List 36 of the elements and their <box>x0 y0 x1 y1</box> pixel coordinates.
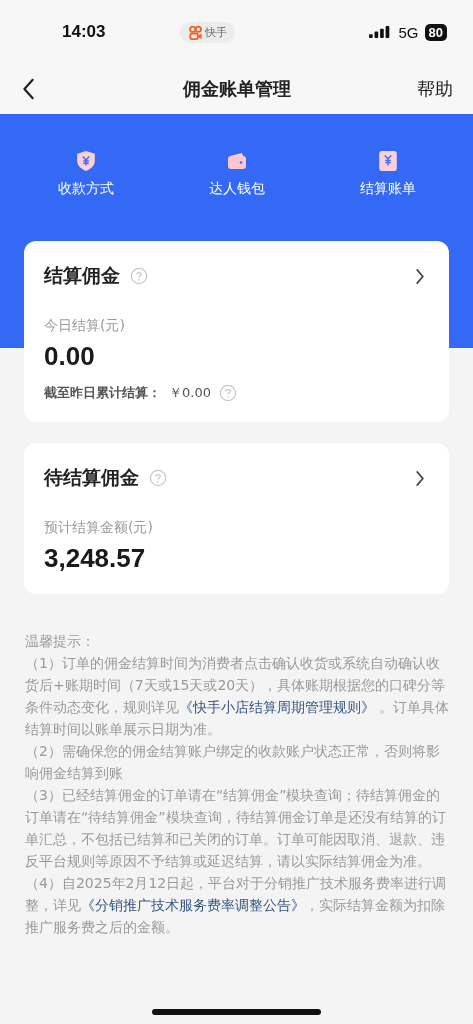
chevron-right-icon <box>415 267 425 285</box>
shortcut-button[interactable]: 达人钱包 <box>176 150 297 198</box>
network-label: 5G <box>398 23 419 41</box>
app-logo-icon <box>188 24 204 40</box>
help-icon[interactable] <box>130 267 148 285</box>
card-title: 结算佣金 <box>44 263 120 288</box>
amount-label: 今日结算(元) <box>44 317 126 335</box>
chevron-right-icon <box>415 469 425 487</box>
help-link[interactable]: 帮助 <box>417 77 453 101</box>
cumulative-value: ￥0.00 <box>169 384 211 402</box>
amount-label: 预计结算金额(元) <box>44 519 154 537</box>
commission-card[interactable]: 待结算佣金 预计结算金额(元) 3,248.57 <box>24 443 449 594</box>
help-icon[interactable] <box>218 384 237 402</box>
shortcut-button[interactable]: 收款方式 <box>25 150 146 198</box>
note-paragraph: （4）自2025年2月12日起，平台对于分销推广技术服务费率进行调整，详见《分销推广技术服务费率调整公告》，实际结算金额为扣除推广服务费之后的金额。 <box>25 874 448 937</box>
rule-link[interactable]: 《分销推广技术服务费率调整公告》 <box>81 897 305 913</box>
note-paragraph: （2）需确保您的佣金结算账户绑定的收款账户状态正常，否则将影响佣金结算到账 <box>25 742 441 783</box>
app-badge: 快手 <box>180 21 236 43</box>
note-paragraph: （3）已经结算佣金的订单请在“结算佣金”模块查询；待结算佣金的订单请在“待结算佣金”模块查询，待结算佣金订单是还没有结算的订单汇总，不包括已结算和已关闭的订单。订单可能因取消、退款、违反平台规则等原因不予结算或延迟结算，请以实际结算佣金为准。 <box>25 786 447 871</box>
status-time: 14:03 <box>62 22 106 42</box>
amount-value: 0.00 <box>44 341 96 372</box>
amount-value: 3,248.57 <box>44 543 147 574</box>
battery-level: 80 <box>424 23 447 41</box>
wallet-icon <box>225 150 248 172</box>
back-icon[interactable] <box>22 78 36 100</box>
help-icon[interactable] <box>149 469 167 487</box>
card-title: 待结算佣金 <box>44 465 139 490</box>
notes-heading: 温馨提示： <box>25 632 96 651</box>
commission-card[interactable]: 结算佣金 今日结算(元) 0.00 截至昨日累计结算： ￥0.00 <box>24 241 449 422</box>
page-title: 佣金账单管理 <box>182 77 291 101</box>
rule-link[interactable]: 《快手小店结算周期管理规则》 <box>179 699 375 715</box>
shield-icon <box>74 150 97 172</box>
cumulative-label: 截至昨日累计结算： <box>44 384 161 402</box>
note-paragraph: （1）订单的佣金结算时间为消费者点击确认收货或系统自动确认收货后+账期时间（7天或15天或20天），具体账期根据您的口碑分等条件动态变化，规则详见《快手小店结算周期管理规则》 。订单具体结算时间以账单展示日期为准。 <box>25 654 451 739</box>
bill-icon <box>376 150 399 172</box>
shortcut-button[interactable]: 结算账单 <box>327 150 448 198</box>
